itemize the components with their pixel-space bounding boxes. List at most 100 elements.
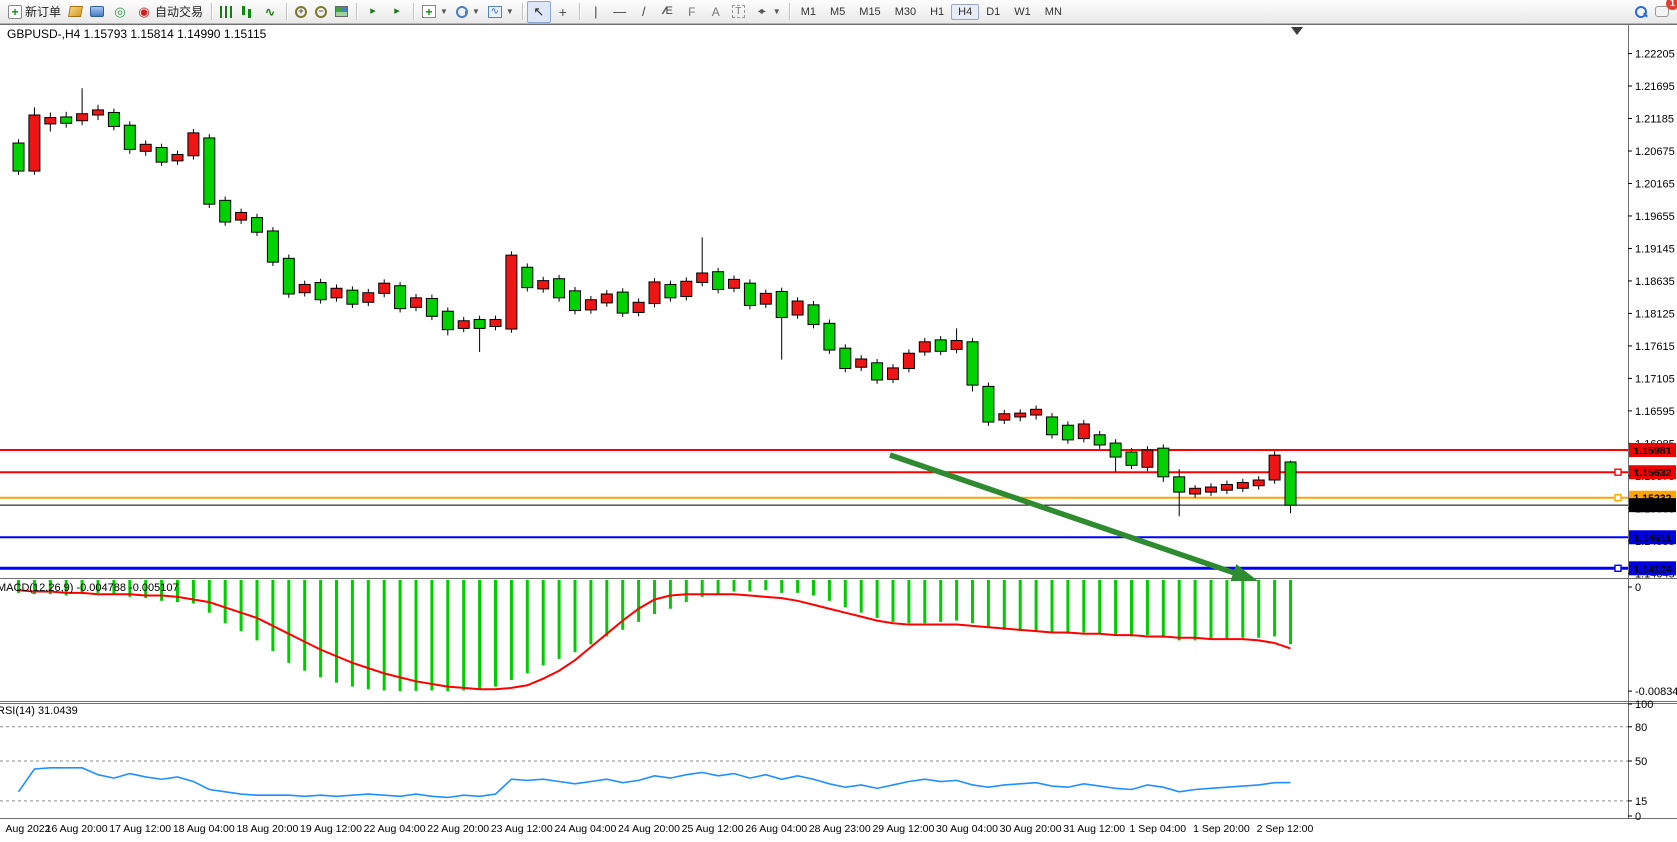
- label-icon: T: [732, 5, 745, 18]
- svg-text:1.18125: 1.18125: [1635, 308, 1675, 320]
- templates-button[interactable]: ∿▼: [484, 1, 518, 23]
- new-order-icon: +: [8, 5, 22, 19]
- svg-text:1.15632: 1.15632: [1634, 467, 1672, 479]
- timeframe-button-d1[interactable]: D1: [979, 4, 1007, 20]
- news-button[interactable]: ◎: [108, 1, 132, 23]
- fibonacci-button[interactable]: F: [680, 1, 704, 23]
- timeframe-button-m30[interactable]: M30: [888, 4, 923, 20]
- candle: [1047, 417, 1058, 435]
- svg-text:2 Sep 12:00: 2 Sep 12:00: [1257, 823, 1314, 835]
- svg-text:18 Aug 04:00: 18 Aug 04:00: [173, 823, 235, 835]
- svg-text:28 Aug 23:00: 28 Aug 23:00: [809, 823, 871, 835]
- svg-text:1 Sep 20:00: 1 Sep 20:00: [1193, 823, 1250, 835]
- timeframe-button-h4[interactable]: H4: [951, 4, 979, 20]
- zoom-out-button[interactable]: −: [311, 1, 331, 23]
- svg-text:24 Aug 20:00: 24 Aug 20:00: [618, 823, 680, 835]
- timeframe-button-m1[interactable]: M1: [794, 4, 823, 20]
- channel-icon: ⁄⁄E: [660, 4, 676, 20]
- timeframe-button-mn[interactable]: MN: [1038, 4, 1069, 20]
- candle: [188, 133, 199, 156]
- fibonacci-icon: F: [684, 4, 700, 20]
- svg-text:1.18635: 1.18635: [1635, 276, 1675, 288]
- svg-text:1.19655: 1.19655: [1635, 211, 1675, 223]
- candle: [426, 298, 437, 316]
- candle: [1285, 462, 1296, 505]
- auto-scroll-button[interactable]: ▸: [361, 1, 385, 23]
- candle: [13, 143, 24, 171]
- line-drag-handle[interactable]: [1615, 565, 1621, 571]
- candle: [872, 363, 883, 380]
- toolbar-separator: [522, 3, 523, 20]
- dropdown-caret-icon: ▼: [773, 7, 781, 16]
- equidistant-channel-button[interactable]: ⁄⁄E: [656, 1, 680, 23]
- arrows-icon: ◂▸: [753, 4, 769, 20]
- candle: [1078, 424, 1089, 439]
- trendline-icon: /: [636, 4, 652, 20]
- svg-text:0: 0: [1635, 811, 1641, 823]
- svg-text:1.17615: 1.17615: [1635, 341, 1675, 353]
- time-axis: Aug 202216 Aug 20:0017 Aug 12:0018 Aug 0…: [6, 823, 1314, 835]
- line-drag-handle[interactable]: [1615, 495, 1621, 501]
- candle: [283, 258, 294, 294]
- tile-windows-icon: [335, 6, 348, 17]
- candle: [713, 272, 724, 290]
- autotrade-icon: ◉: [136, 4, 152, 20]
- arrows-button[interactable]: ◂▸ ▼: [749, 1, 785, 23]
- svg-text:22 Aug 20:00: 22 Aug 20:00: [427, 823, 489, 835]
- line-chart-icon: ∿: [262, 4, 278, 20]
- candle: [1110, 443, 1121, 457]
- auto-trading-button[interactable]: ◉自动交易: [132, 1, 207, 23]
- candle: [140, 144, 151, 151]
- crosshair-button[interactable]: +: [551, 1, 575, 23]
- svg-text:80: 80: [1635, 722, 1647, 734]
- svg-text:1.14124: 1.14124: [1634, 563, 1672, 575]
- candle: [1031, 409, 1042, 415]
- indicators-button[interactable]: +▼: [418, 1, 452, 23]
- svg-text:17 Aug 12:00: 17 Aug 12:00: [109, 823, 171, 835]
- chart-area[interactable]: 1.222051.216951.211851.206751.201651.196…: [0, 24, 1677, 842]
- trendline-button[interactable]: /: [632, 1, 656, 23]
- price-line-objects[interactable]: [0, 450, 1628, 571]
- timeframe-button-h1[interactable]: H1: [923, 4, 951, 20]
- vertical-line-icon: |: [588, 4, 604, 20]
- terminal-button[interactable]: [86, 1, 108, 23]
- svg-text:29 Aug 12:00: 29 Aug 12:00: [872, 823, 934, 835]
- horizontal-line-icon: —: [612, 4, 628, 20]
- charts-button[interactable]: [65, 1, 86, 23]
- candlestick-series: [13, 88, 1296, 516]
- zoom-in-button[interactable]: +: [291, 1, 311, 23]
- trend-arrow-object[interactable]: [890, 455, 1258, 581]
- vertical-line-button[interactable]: |: [584, 1, 608, 23]
- candle: [1190, 488, 1201, 494]
- candle: [442, 311, 453, 329]
- horizontal-line-button[interactable]: —: [608, 1, 632, 23]
- candle: [951, 340, 962, 349]
- search-button[interactable]: [1631, 1, 1651, 23]
- candle: [1206, 487, 1217, 492]
- timeframe-button-m15[interactable]: M15: [852, 4, 887, 20]
- svg-text:22 Aug 04:00: 22 Aug 04:00: [364, 823, 426, 835]
- svg-text:30 Aug 20:00: 30 Aug 20:00: [1000, 823, 1062, 835]
- candle: [379, 283, 390, 293]
- cursor-button[interactable]: ↖: [527, 1, 551, 23]
- candle: [124, 125, 135, 149]
- timeframe-button-w1[interactable]: W1: [1007, 4, 1038, 20]
- periods-button[interactable]: ▼: [452, 1, 484, 23]
- text-label-button[interactable]: T: [728, 1, 749, 23]
- bar-chart-mode-button[interactable]: [216, 1, 236, 23]
- rsi-indicator-label: RSI(14) 31.0439: [0, 705, 78, 717]
- chart-canvas[interactable]: 1.222051.216951.211851.206751.201651.196…: [0, 24, 1677, 842]
- svg-text:-0.008341: -0.008341: [1635, 686, 1677, 698]
- line-drag-handle[interactable]: [1615, 469, 1621, 475]
- timeframe-button-m5[interactable]: M5: [823, 4, 852, 20]
- text-button[interactable]: A: [704, 1, 728, 23]
- line-chart-mode-button[interactable]: ∿: [258, 1, 282, 23]
- candlestick-mode-button[interactable]: [236, 1, 258, 23]
- terminal-icon: [90, 6, 104, 17]
- new-order-button[interactable]: +新订单: [4, 1, 65, 23]
- svg-text:50: 50: [1635, 756, 1647, 768]
- notifications-button[interactable]: 1: [1651, 1, 1673, 23]
- candle: [919, 342, 930, 352]
- chart-shift-button[interactable]: ▸: [385, 1, 409, 23]
- tile-windows-button[interactable]: [331, 1, 352, 23]
